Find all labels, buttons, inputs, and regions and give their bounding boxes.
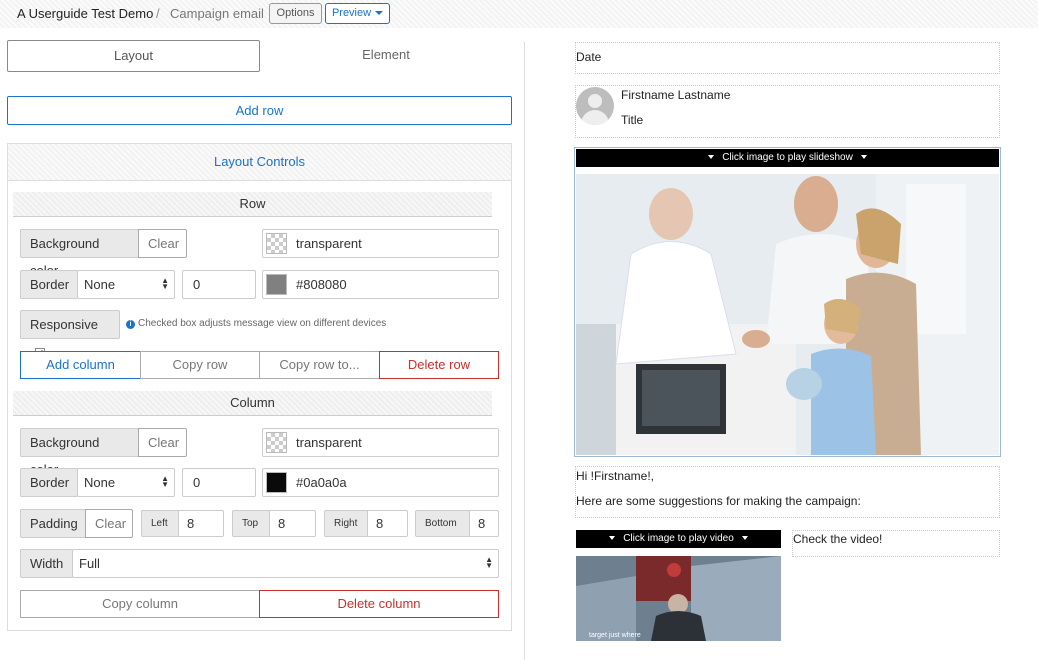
width-label: Width <box>20 549 73 578</box>
responsive-label: Responsive <box>30 317 98 332</box>
slideshow-label: Click image to play slideshow <box>722 152 853 163</box>
preview-check-video: Check the video! <box>793 532 883 546</box>
caret-down-icon <box>609 536 616 541</box>
video-play-bar[interactable]: Click image to play video <box>576 530 781 548</box>
row-border-label: Border <box>20 270 78 299</box>
padding-bottom-label: Bottom <box>415 510 470 537</box>
padding-clear-button[interactable]: Clear <box>85 509 133 538</box>
select-arrows-icon: ▲ ▼ <box>485 555 493 570</box>
row-section-title: Row <box>13 192 492 217</box>
row-border-color-value: #808080 <box>296 277 347 292</box>
copy-column-button[interactable]: Copy column <box>20 590 260 618</box>
column-border-width-input[interactable]: 0 <box>182 468 256 497</box>
preview-name: Firstname Lastname <box>621 88 731 102</box>
responsive-toggle[interactable]: Responsive✔ <box>20 310 120 358</box>
options-label: Options <box>276 7 315 19</box>
column-background-clear-button[interactable]: Clear <box>138 428 187 457</box>
chevron-down-icon <box>375 11 384 16</box>
caret-down-icon <box>741 536 748 541</box>
video-label: Click image to play video <box>623 533 734 544</box>
row-background-label: Background color <box>20 229 139 278</box>
copy-row-button[interactable]: Copy row <box>140 351 260 379</box>
panel-divider <box>524 42 525 660</box>
padding-left-label: Left <box>141 510 179 537</box>
black-swatch-icon[interactable] <box>266 472 287 493</box>
add-column-button[interactable]: Add column <box>20 351 141 379</box>
width-select[interactable]: Full ▲ ▼ <box>72 549 499 578</box>
column-background-label: Background color <box>20 428 139 477</box>
row-border-color-field[interactable]: #808080 <box>262 270 499 299</box>
select-arrows-icon: ▲ ▼ <box>161 474 169 489</box>
row-border-style-value: None <box>84 277 116 292</box>
column-background-color-field[interactable]: transparent <box>262 428 499 457</box>
gray-swatch-icon[interactable] <box>266 274 287 295</box>
column-border-color-field[interactable]: #0a0a0a <box>262 468 499 497</box>
select-arrows-icon: ▲ ▼ <box>161 276 169 291</box>
options-button[interactable]: Options <box>269 3 322 24</box>
breadcrumb-app-title[interactable]: A Userguide Test Demo <box>17 6 153 21</box>
tab-layout[interactable]: Layout <box>7 40 260 72</box>
padding-right-label: Right <box>324 510 368 537</box>
padding-bottom-input[interactable]: 8 <box>469 510 499 537</box>
padding-top-input[interactable]: 8 <box>269 510 316 537</box>
caret-down-icon <box>860 155 867 160</box>
info-icon: i <box>126 320 135 329</box>
column-border-label: Border <box>20 468 78 497</box>
tab-element[interactable]: Element <box>262 40 510 72</box>
delete-row-button[interactable]: Delete row <box>379 351 499 379</box>
padding-top-label: Top <box>232 510 270 537</box>
preview-dropdown-button[interactable]: Preview <box>325 3 390 24</box>
preview-date-block[interactable] <box>575 42 1000 74</box>
responsive-hint: i Checked box adjusts message view on dif… <box>126 317 386 331</box>
breadcrumb-separator: / <box>156 6 160 21</box>
row-border-width-input[interactable]: 0 <box>182 270 256 299</box>
column-section-title: Column <box>13 391 492 416</box>
row-border-style-select[interactable]: None ▲ ▼ <box>77 270 175 299</box>
avatar <box>576 87 614 125</box>
preview-body: Here are some suggestions for making the… <box>576 494 861 508</box>
slideshow-image[interactable] <box>576 174 999 455</box>
column-border-style-select[interactable]: None ▲ ▼ <box>77 468 175 497</box>
video-thumbnail[interactable]: target just where <box>576 556 781 641</box>
layout-controls-title[interactable]: Layout Controls <box>8 144 511 181</box>
column-border-color-value: #0a0a0a <box>296 475 347 490</box>
row-background-color-field[interactable]: transparent <box>262 229 499 258</box>
column-background-value: transparent <box>296 435 362 450</box>
preview-label: Preview <box>331 7 372 19</box>
breadcrumb-page-title: Campaign email <box>170 6 264 21</box>
width-value: Full <box>79 556 100 571</box>
padding-left-input[interactable]: 8 <box>178 510 224 537</box>
padding-label: Padding <box>20 509 86 538</box>
preview-greeting: Hi !Firstname!, <box>576 469 655 483</box>
copy-row-to-button[interactable]: Copy row to... <box>259 351 380 379</box>
transparent-swatch-icon[interactable] <box>266 233 287 254</box>
row-background-clear-button[interactable]: Clear <box>138 229 187 258</box>
transparent-swatch-icon[interactable] <box>266 432 287 453</box>
slideshow-play-bar[interactable]: Click image to play slideshow <box>576 149 999 167</box>
video-caption: target just where <box>589 632 641 639</box>
preview-date: Date <box>576 50 602 64</box>
responsive-hint-text: Checked box adjusts message view on diff… <box>138 318 387 329</box>
delete-column-button[interactable]: Delete column <box>259 590 499 618</box>
row-background-value: transparent <box>296 236 362 251</box>
top-bar: A Userguide Test Demo / Campaign email O… <box>0 0 1038 28</box>
caret-down-icon <box>708 155 715 160</box>
column-border-style-value: None <box>84 475 116 490</box>
padding-right-input[interactable]: 8 <box>367 510 408 537</box>
add-row-button[interactable]: Add row <box>7 96 512 125</box>
preview-title: Title <box>621 113 644 127</box>
